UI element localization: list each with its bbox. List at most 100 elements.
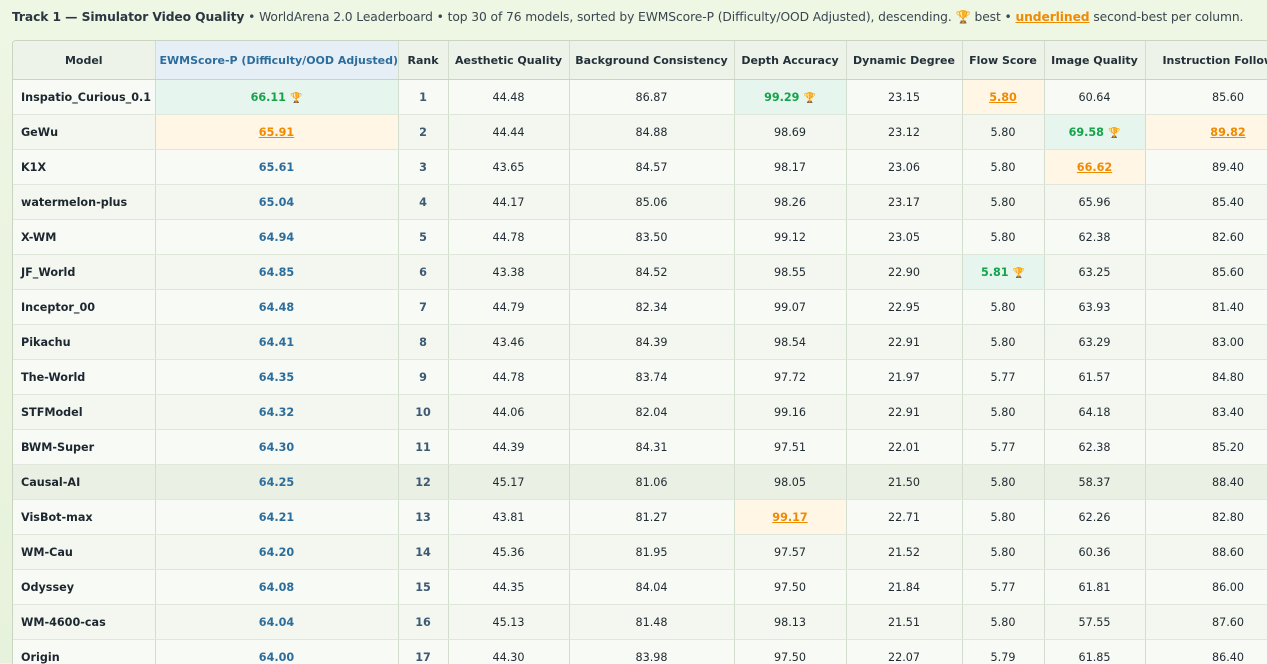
cell-image-quality: 58.37	[1044, 465, 1145, 500]
cell-value: STFModel	[21, 406, 83, 419]
table-row[interactable]: Causal-AI64.251245.1781.0698.0521.505.80…	[13, 465, 1267, 500]
column-header-flow-score[interactable]: Flow Score	[962, 41, 1044, 80]
cell-value: 64.32	[259, 406, 294, 419]
cell-ewmscore: 64.48	[155, 290, 398, 325]
cell-value: 44.78	[492, 371, 524, 384]
cell-value: 21.84	[888, 581, 920, 594]
column-header-depth-accuracy[interactable]: Depth Accuracy	[734, 41, 846, 80]
column-header-image-quality[interactable]: Image Quality	[1044, 41, 1145, 80]
cell-value: 82.34	[635, 301, 667, 314]
cell-flow-score: 5.80	[962, 150, 1044, 185]
cell-model: GeWu	[13, 115, 155, 150]
cell-depth-accuracy: 97.50	[734, 640, 846, 664]
table-row[interactable]: WM-Cau64.201445.3681.9597.5721.525.8060.…	[13, 535, 1267, 570]
cell-instruction-following: 82.80	[1145, 500, 1267, 535]
cell-aesthetic-quality: 44.79	[448, 290, 569, 325]
cell-value: The-World	[21, 371, 85, 384]
cell-flow-score: 5.81🏆	[962, 255, 1044, 290]
cell-value: 63.93	[1078, 301, 1110, 314]
cell-value: 63.25	[1078, 266, 1110, 279]
caption-underlined-text: underlined	[1015, 10, 1089, 24]
cell-flow-score: 5.80	[962, 290, 1044, 325]
cell-value: 5	[419, 231, 427, 244]
cell-flow-score: 5.80	[962, 465, 1044, 500]
cell-model: JF_World	[13, 255, 155, 290]
table-row[interactable]: Odyssey64.081544.3584.0497.5021.845.7761…	[13, 570, 1267, 605]
table-row[interactable]: VisBot-max64.211343.8181.2799.1722.715.8…	[13, 500, 1267, 535]
cell-value: 43.65	[492, 161, 524, 174]
cell-value: 44.39	[492, 441, 524, 454]
cell-image-quality: 62.38	[1044, 220, 1145, 255]
column-header-background-consistency[interactable]: Background Consistency	[569, 41, 734, 80]
cell-value: 5.80	[989, 91, 1017, 104]
cell-ewmscore: 64.20	[155, 535, 398, 570]
cell-dynamic-degree: 22.91	[846, 395, 962, 430]
cell-value: 64.94	[259, 231, 294, 244]
leaderboard-table-container[interactable]: ModelEWMScore-P (Difficulty/OOD Adjusted…	[12, 40, 1267, 664]
table-row[interactable]: The-World64.35944.7883.7497.7221.975.776…	[13, 360, 1267, 395]
cell-value: 43.81	[492, 511, 524, 524]
cell-model: Odyssey	[13, 570, 155, 605]
cell-background-consistency: 84.57	[569, 150, 734, 185]
cell-model: watermelon-plus	[13, 185, 155, 220]
table-row[interactable]: X-WM64.94544.7883.5099.1223.055.8062.388…	[13, 220, 1267, 255]
cell-value: 97.72	[774, 371, 806, 384]
cell-value: 8	[419, 336, 427, 349]
cell-value: 81.27	[635, 511, 667, 524]
cell-value: 10	[415, 406, 431, 419]
table-row[interactable]: JF_World64.85643.3884.5298.5522.905.81🏆6…	[13, 255, 1267, 290]
cell-value: Pikachu	[21, 336, 71, 349]
cell-dynamic-degree: 22.01	[846, 430, 962, 465]
cell-value: 62.38	[1078, 231, 1110, 244]
cell-value: Odyssey	[21, 581, 74, 594]
cell-model: Causal-AI	[13, 465, 155, 500]
cell-value: 44.78	[492, 231, 524, 244]
cell-dynamic-degree: 22.71	[846, 500, 962, 535]
cell-image-quality: 62.26	[1044, 500, 1145, 535]
cell-value: 44.17	[492, 196, 524, 209]
table-row[interactable]: BWM-Super64.301144.3984.3197.5122.015.77…	[13, 430, 1267, 465]
column-header-aesthetic-quality[interactable]: Aesthetic Quality	[448, 41, 569, 80]
cell-value: 62.26	[1078, 511, 1110, 524]
table-row[interactable]: watermelon-plus65.04444.1785.0698.2623.1…	[13, 185, 1267, 220]
leaderboard-table: ModelEWMScore-P (Difficulty/OOD Adjusted…	[13, 41, 1267, 664]
cell-value: 58.37	[1078, 476, 1110, 489]
table-row[interactable]: Inceptor_0064.48744.7982.3499.0722.955.8…	[13, 290, 1267, 325]
cell-model: VisBot-max	[13, 500, 155, 535]
cell-value: 69.58	[1069, 126, 1104, 139]
cell-rank: 10	[398, 395, 448, 430]
cell-flow-score: 5.80	[962, 535, 1044, 570]
table-row[interactable]: STFModel64.321044.0682.0499.1622.915.806…	[13, 395, 1267, 430]
column-header-model[interactable]: Model	[13, 41, 155, 80]
cell-value: GeWu	[21, 126, 58, 139]
cell-value: 64.48	[259, 301, 294, 314]
cell-flow-score: 5.77	[962, 570, 1044, 605]
cell-dynamic-degree: 21.97	[846, 360, 962, 395]
column-header-dynamic-degree[interactable]: Dynamic Degree	[846, 41, 962, 80]
cell-model: Inspatio_Curious_0.1	[13, 80, 155, 115]
cell-value: 60.36	[1078, 546, 1110, 559]
column-header-rank[interactable]: Rank	[398, 41, 448, 80]
cell-image-quality: 69.58🏆	[1044, 115, 1145, 150]
cell-value: 65.91	[259, 126, 294, 139]
table-row[interactable]: K1X65.61343.6584.5798.1723.065.8066.6289…	[13, 150, 1267, 185]
cell-value: 22.07	[888, 651, 920, 664]
table-row[interactable]: Pikachu64.41843.4684.3998.5422.915.8063.…	[13, 325, 1267, 360]
cell-image-quality: 63.93	[1044, 290, 1145, 325]
cell-value: 23.15	[888, 91, 920, 104]
column-header-instruction-following[interactable]: Instruction Following	[1145, 41, 1267, 80]
cell-value: WM-Cau	[21, 546, 73, 559]
table-row[interactable]: Origin64.001744.3083.9897.5022.075.7961.…	[13, 640, 1267, 664]
table-row[interactable]: Inspatio_Curious_0.166.11🏆144.4886.8799.…	[13, 80, 1267, 115]
table-row[interactable]: GeWu65.91244.4484.8898.6923.125.8069.58🏆…	[13, 115, 1267, 150]
cell-aesthetic-quality: 44.35	[448, 570, 569, 605]
cell-rank: 3	[398, 150, 448, 185]
table-row[interactable]: WM-4600-cas64.041645.1381.4898.1321.515.…	[13, 605, 1267, 640]
cell-image-quality: 65.96	[1044, 185, 1145, 220]
cell-value: 22.90	[888, 266, 920, 279]
header-row: ModelEWMScore-P (Difficulty/OOD Adjusted…	[13, 41, 1267, 80]
column-header-ewmscore[interactable]: EWMScore-P (Difficulty/OOD Adjusted)	[155, 41, 398, 80]
cell-value: 64.21	[259, 511, 294, 524]
cell-ewmscore: 64.30	[155, 430, 398, 465]
cell-flow-score: 5.77	[962, 430, 1044, 465]
